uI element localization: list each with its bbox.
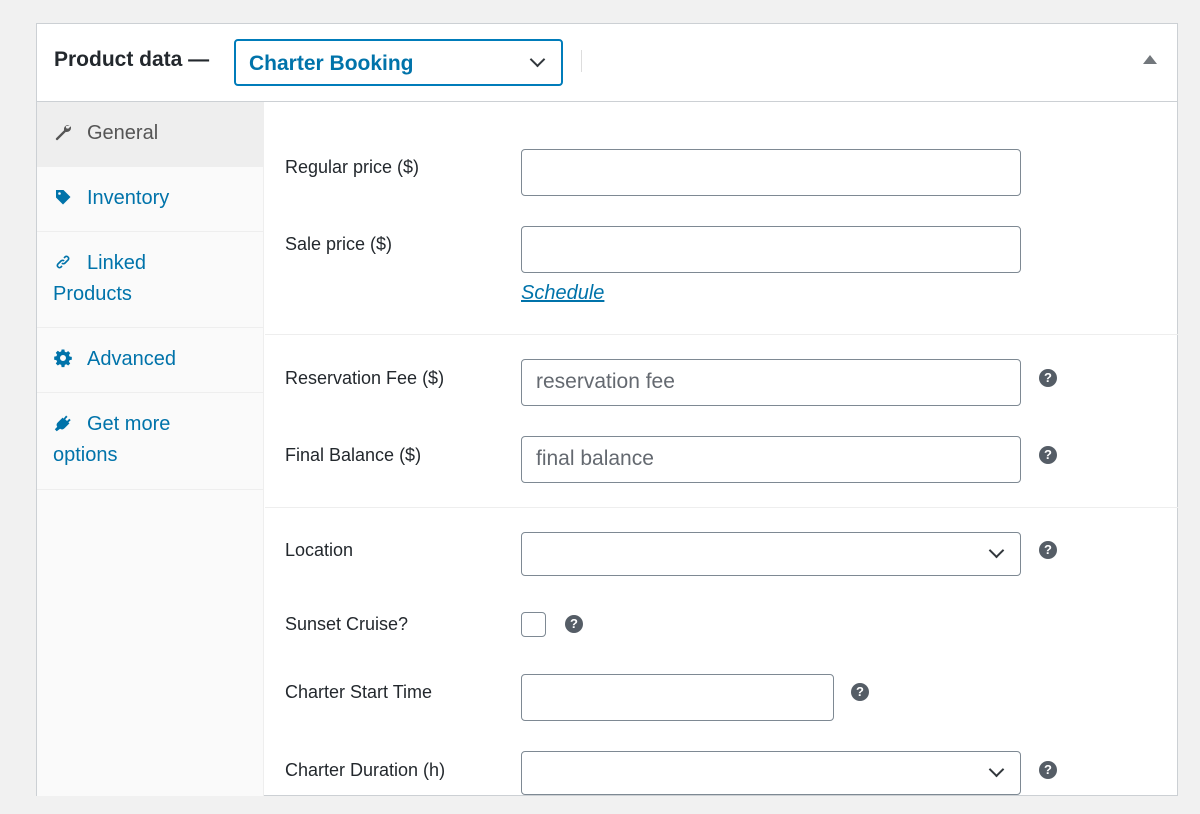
general-tab-content: Regular price ($) Sale price ($) Schedul… [265, 102, 1178, 796]
chevron-down-icon [988, 542, 1005, 559]
tab-label: Linked [87, 252, 146, 274]
help-icon[interactable]: ? [1039, 446, 1057, 464]
charter-duration-select[interactable] [521, 751, 1021, 795]
tab-label: Get more [87, 413, 171, 435]
sale-price-label: Sale price ($) [285, 234, 393, 254]
help-icon[interactable]: ? [1039, 369, 1057, 387]
reservation-fee-placeholder: reservation fee [536, 370, 675, 393]
section-divider [265, 334, 1178, 335]
product-type-select[interactable]: Charter Booking [234, 39, 563, 86]
tab-general[interactable]: General [37, 102, 264, 167]
panel-title: Product data — [54, 48, 210, 71]
tab-inventory[interactable]: Inventory [37, 167, 264, 232]
gear-icon [54, 349, 72, 368]
tab-label: Advanced [87, 348, 176, 370]
charter-start-time-input[interactable] [521, 674, 834, 721]
chevron-down-icon [529, 51, 546, 68]
product-data-panel: Product data — Charter Booking General I… [36, 23, 1178, 796]
wrench-icon [55, 125, 71, 141]
charter-start-time-label: Charter Start Time [285, 682, 433, 702]
help-icon[interactable]: ? [851, 683, 869, 701]
header-divider [581, 50, 582, 72]
section-divider [265, 507, 1178, 508]
location-select[interactable] [521, 532, 1021, 576]
reservation-fee-label: Reservation Fee ($) [285, 368, 445, 388]
tab-label: Inventory [87, 187, 170, 209]
location-label: Location [285, 540, 354, 560]
link-icon [56, 255, 70, 269]
tab-advanced[interactable]: Advanced [37, 328, 264, 393]
product-type-value: Charter Booking [249, 52, 414, 75]
reservation-fee-input[interactable]: reservation fee [521, 359, 1021, 406]
help-icon[interactable]: ? [1039, 761, 1057, 779]
help-icon[interactable]: ? [1039, 541, 1057, 559]
tag-icon [56, 190, 71, 205]
final-balance-placeholder: final balance [536, 447, 654, 470]
panel-header: Product data — Charter Booking [37, 24, 1177, 102]
sale-price-input[interactable] [521, 226, 1021, 273]
sunset-cruise-label: Sunset Cruise? [285, 614, 409, 634]
plugin-icon [54, 415, 71, 432]
regular-price-label: Regular price ($) [285, 157, 420, 177]
regular-price-input[interactable] [521, 149, 1021, 196]
tab-label: General [87, 122, 159, 144]
tab-label-line2: Products [53, 283, 132, 305]
final-balance-label: Final Balance ($) [285, 445, 422, 465]
chevron-down-icon [988, 761, 1005, 778]
schedule-link[interactable]: Schedule [521, 282, 604, 305]
help-icon[interactable]: ? [565, 615, 583, 633]
final-balance-input[interactable]: final balance [521, 436, 1021, 483]
sunset-cruise-checkbox[interactable] [521, 612, 546, 637]
tab-label-line2: options [53, 444, 118, 466]
charter-duration-label: Charter Duration (h) [285, 760, 446, 780]
tab-linked-products[interactable]: Linked Products [37, 232, 264, 328]
collapse-toggle-icon[interactable] [1143, 55, 1157, 64]
tab-get-more-options[interactable]: Get more options [37, 393, 264, 490]
product-data-tabs: General Inventory Linked Products Advanc… [37, 102, 264, 796]
